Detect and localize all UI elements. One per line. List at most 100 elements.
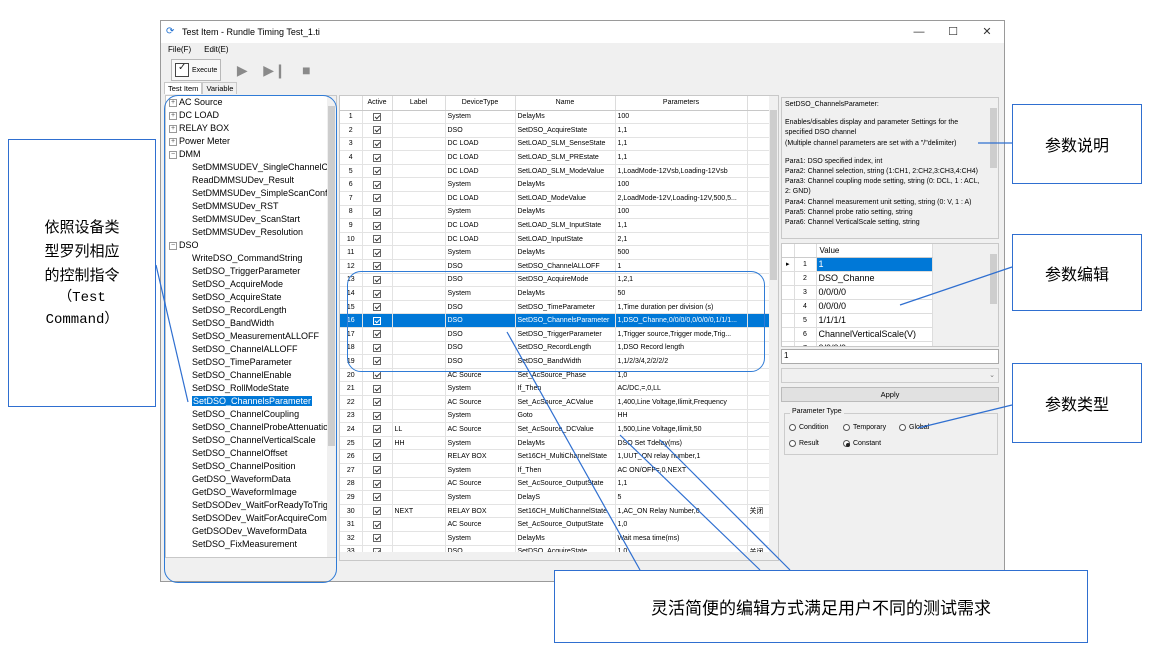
active-checkbox[interactable] xyxy=(373,439,381,448)
label-cell[interactable] xyxy=(392,490,446,505)
extra-cell[interactable] xyxy=(747,137,771,152)
active-cell[interactable] xyxy=(362,422,393,437)
column-header[interactable] xyxy=(747,96,771,111)
device-type-cell[interactable]: System xyxy=(445,490,516,505)
row-number[interactable]: 5 xyxy=(340,164,363,179)
label-cell[interactable] xyxy=(392,531,446,546)
active-checkbox[interactable] xyxy=(373,235,381,244)
row-number[interactable]: 11 xyxy=(340,245,363,261)
parameters-cell[interactable]: 1,1 xyxy=(615,477,748,492)
active-checkbox[interactable] xyxy=(373,493,381,502)
active-cell[interactable] xyxy=(362,137,393,152)
active-checkbox[interactable] xyxy=(373,384,381,393)
active-checkbox[interactable] xyxy=(373,398,381,407)
label-cell[interactable] xyxy=(392,409,446,424)
command-name-cell[interactable]: Set_AcSource_ACValue xyxy=(515,395,616,410)
row-number[interactable]: 30 xyxy=(340,504,363,519)
parameters-cell[interactable]: 500 xyxy=(615,245,748,261)
active-checkbox[interactable] xyxy=(373,248,381,257)
active-cell[interactable] xyxy=(362,395,393,410)
stop-icon[interactable]: ■ xyxy=(295,59,317,81)
extra-cell[interactable] xyxy=(747,205,771,220)
active-cell[interactable] xyxy=(362,436,393,451)
close-button[interactable]: ✕ xyxy=(970,21,1004,43)
value-cell[interactable]: DSO_Channe xyxy=(816,271,933,286)
value-row[interactable]: 70/0/0/0 xyxy=(782,341,993,346)
label-cell[interactable] xyxy=(392,137,446,152)
label-cell[interactable] xyxy=(392,232,446,247)
active-checkbox[interactable] xyxy=(373,479,381,488)
grid-vertical-scrollbar[interactable] xyxy=(769,96,778,560)
device-type-cell[interactable]: RELAY BOX xyxy=(445,449,516,464)
parameters-cell[interactable]: AC ON/OFF=,0,NEXT xyxy=(615,463,748,478)
table-row[interactable]: 21 System If_Then AC/DC,=,0,LL xyxy=(340,381,771,396)
extra-cell[interactable] xyxy=(747,191,771,206)
label-cell[interactable] xyxy=(392,218,446,233)
column-header[interactable]: Name xyxy=(515,96,616,111)
device-type-cell[interactable]: AC Source xyxy=(445,477,516,492)
parameters-cell[interactable]: 2,LoadMode-12V,Loading-12V,500,5... xyxy=(615,191,748,206)
device-type-cell[interactable]: DC LOAD xyxy=(445,137,516,152)
command-name-cell[interactable]: DelayMs xyxy=(515,245,616,261)
extra-cell[interactable]: 关闭 xyxy=(747,504,771,519)
parameters-cell[interactable]: 1,0 xyxy=(615,517,748,532)
extra-cell[interactable] xyxy=(747,395,771,410)
execute-button[interactable]: Execute xyxy=(171,59,222,81)
extra-cell[interactable] xyxy=(747,422,771,437)
command-name-cell[interactable]: If_Then xyxy=(515,463,616,478)
column-header[interactable]: DeviceType xyxy=(445,96,516,111)
row-number[interactable]: 31 xyxy=(340,517,363,532)
table-row[interactable]: 11 System DelayMs 500 xyxy=(340,245,771,261)
parameters-cell[interactable]: 2,1 xyxy=(615,232,748,247)
command-name-cell[interactable]: DelayS xyxy=(515,490,616,505)
parameters-cell[interactable]: AC/DC,=,0,LL xyxy=(615,381,748,396)
radio-constant[interactable]: Constant xyxy=(843,440,881,447)
parameters-cell[interactable]: 1,UUT_ON relay number,1 xyxy=(615,449,748,464)
command-name-cell[interactable]: DelayMs xyxy=(515,436,616,451)
device-type-cell[interactable]: DC LOAD xyxy=(445,150,516,165)
command-name-cell[interactable]: If_Then xyxy=(515,381,616,396)
parameters-cell[interactable]: 1,LoadMode-12Vsb,Loading-12Vsb xyxy=(615,164,748,179)
device-type-cell[interactable]: DC LOAD xyxy=(445,164,516,179)
menu-file[interactable]: File(F) xyxy=(161,43,197,58)
extra-cell[interactable] xyxy=(747,177,771,193)
active-checkbox[interactable] xyxy=(373,221,381,230)
label-cell[interactable] xyxy=(392,110,446,125)
extra-cell[interactable] xyxy=(747,245,771,261)
command-name-cell[interactable]: Set16CH_MultiChannelState xyxy=(515,504,616,519)
device-type-cell[interactable]: RELAY BOX xyxy=(445,504,516,519)
description-scrollbar[interactable] xyxy=(989,98,998,238)
device-type-cell[interactable]: System xyxy=(445,531,516,546)
grid-horizontal-scrollbar[interactable] xyxy=(340,552,771,560)
extra-cell[interactable] xyxy=(747,110,771,125)
active-cell[interactable] xyxy=(362,123,393,138)
command-name-cell[interactable]: Set_AcSource_OutputState xyxy=(515,517,616,532)
value-cell[interactable]: 0/0/0/0 xyxy=(816,341,933,346)
device-type-cell[interactable]: DC LOAD xyxy=(445,191,516,206)
device-type-cell[interactable]: AC Source xyxy=(445,422,516,437)
row-number[interactable]: 24 xyxy=(340,422,363,437)
parameters-cell[interactable]: 1,1 xyxy=(615,137,748,152)
extra-cell[interactable] xyxy=(747,381,771,396)
device-type-cell[interactable]: AC Source xyxy=(445,395,516,410)
device-type-cell[interactable]: DC LOAD xyxy=(445,232,516,247)
row-number[interactable]: 27 xyxy=(340,463,363,478)
command-name-cell[interactable]: SetDSO_AcquireState xyxy=(515,123,616,138)
table-row[interactable]: 10 DC LOAD SetLOAD_InputState 2,1 xyxy=(340,232,771,247)
table-row[interactable]: 27 System If_Then AC ON/OFF=,0,NEXT xyxy=(340,463,771,478)
active-checkbox[interactable] xyxy=(373,507,381,516)
command-name-cell[interactable]: SetLOAD_SLM_SenseState xyxy=(515,137,616,152)
value-cell[interactable]: ChannelVerticalScale(V) xyxy=(816,327,933,342)
device-type-cell[interactable]: System xyxy=(445,436,516,451)
value-cell[interactable]: 1 xyxy=(816,257,933,272)
value-cell[interactable]: 0/0/0/0 xyxy=(816,299,933,314)
active-cell[interactable] xyxy=(362,110,393,125)
column-header[interactable]: Parameters xyxy=(615,96,748,111)
command-name-cell[interactable]: Set_AcSource_OutputState xyxy=(515,477,616,492)
value-row[interactable]: 6 ChannelVerticalScale(V) xyxy=(782,327,993,342)
active-checkbox[interactable] xyxy=(373,139,381,148)
active-cell[interactable] xyxy=(362,205,393,220)
label-cell[interactable] xyxy=(392,477,446,492)
table-row[interactable]: 31 AC Source Set_AcSource_OutputState 1,0 xyxy=(340,517,771,532)
table-row[interactable]: 5 DC LOAD SetLOAD_SLM_ModeValue 1,LoadMode-… xyxy=(340,164,771,179)
